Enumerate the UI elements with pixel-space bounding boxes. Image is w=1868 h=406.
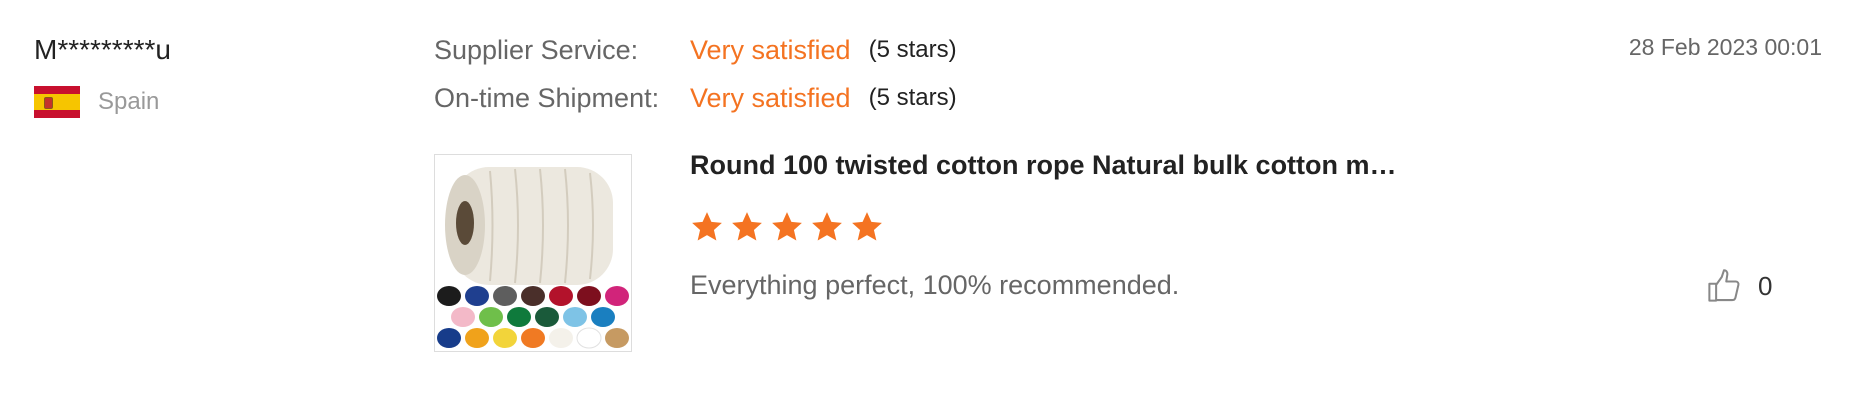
- rating-value: Very satisfied: [690, 82, 851, 113]
- rating-label: Supplier Service:: [434, 34, 639, 65]
- reviewer-country: Spain: [34, 86, 159, 118]
- thumbs-up-icon: [1708, 269, 1740, 302]
- supplier-service-rating: Supplier Service: Very satisfied (5 star…: [434, 32, 957, 68]
- spain-flag-icon: [34, 86, 80, 118]
- star-icon: [732, 212, 762, 241]
- star-icon: [812, 212, 842, 241]
- helpful-count: 0: [1758, 270, 1773, 301]
- review-card: M*********u Spain Supplier Service: Very…: [0, 0, 1868, 406]
- helpful-button[interactable]: 0: [1706, 268, 1772, 304]
- country-name: Spain: [98, 88, 160, 115]
- cotton-rope-image: [437, 167, 629, 349]
- star-icon: [852, 212, 882, 241]
- product-rating-stars: [690, 210, 890, 244]
- rating-label: On-time Shipment:: [434, 82, 660, 113]
- product-title[interactable]: Round 100 twisted cotton rope Natural bu…: [690, 150, 1397, 181]
- rating-value: Very satisfied: [690, 34, 851, 65]
- rating-stars-text: (5 stars): [868, 84, 957, 111]
- review-text: Everything perfect, 100% recommended.: [690, 270, 1180, 300]
- on-time-shipment-rating: On-time Shipment: Very satisfied (5 star…: [434, 80, 957, 116]
- reviewer-name: M*********u: [34, 34, 171, 65]
- product-image[interactable]: [434, 154, 632, 352]
- rating-stars-text: (5 stars): [868, 36, 957, 63]
- star-icon: [692, 212, 722, 241]
- star-icon: [772, 212, 802, 241]
- review-date: 28 Feb 2023 00:01: [1628, 34, 1822, 60]
